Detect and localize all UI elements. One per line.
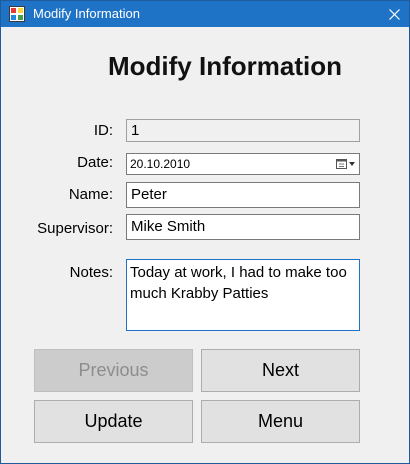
window-title: Modify Information xyxy=(33,6,140,21)
supervisor-input[interactable]: Mike Smith xyxy=(126,214,360,240)
supervisor-label: Supervisor: xyxy=(37,220,113,237)
calendar-dropdown-icon[interactable] xyxy=(335,156,357,172)
close-icon xyxy=(388,8,400,20)
title-bar: Modify Information xyxy=(1,1,409,27)
name-label: Name: xyxy=(68,186,113,203)
app-form-icon xyxy=(9,6,25,22)
close-button[interactable] xyxy=(379,1,409,27)
previous-button[interactable]: Previous xyxy=(34,349,193,392)
date-label: Date: xyxy=(77,154,113,171)
form-heading: Modify Information xyxy=(108,51,342,81)
notes-textarea[interactable]: Today at work, I had to make too much Kr… xyxy=(126,259,360,331)
notes-label: Notes: xyxy=(69,264,113,281)
modify-information-window: Modify Information Modify Information ID… xyxy=(0,0,410,464)
name-input[interactable]: Peter xyxy=(126,182,360,208)
date-picker[interactable]: 20.10.2010 xyxy=(126,153,360,175)
next-button[interactable]: Next xyxy=(201,349,360,392)
menu-button[interactable]: Menu xyxy=(201,400,360,443)
id-field: 1 xyxy=(126,119,360,142)
id-label: ID: xyxy=(93,122,113,139)
update-button[interactable]: Update xyxy=(34,400,193,443)
date-value: 20.10.2010 xyxy=(130,157,191,171)
